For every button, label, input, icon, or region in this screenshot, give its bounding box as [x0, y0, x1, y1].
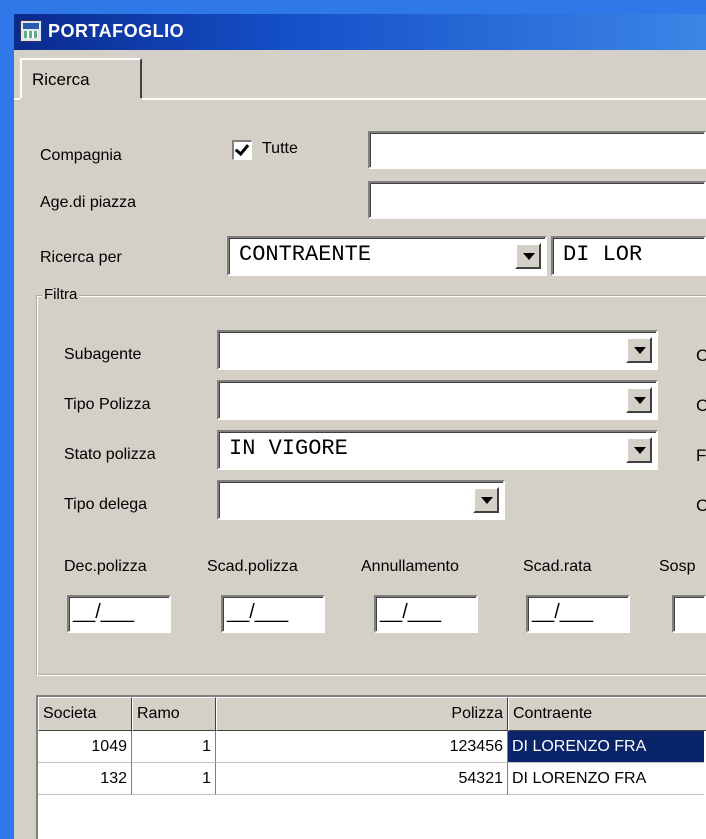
column-header-ramo[interactable]: Ramo: [132, 697, 216, 731]
tab-ricerca[interactable]: Ricerca: [20, 58, 142, 98]
cell-polizza[interactable]: 123456: [216, 731, 508, 763]
ricerca-text-input[interactable]: DI LOR: [551, 236, 706, 276]
chevron-down-icon[interactable]: [626, 437, 652, 463]
stato-polizza-label: Stato polizza: [64, 446, 156, 463]
cell-polizza[interactable]: 54321: [216, 763, 508, 795]
cell-contraente[interactable]: DI LORENZO FRA: [508, 731, 704, 763]
cut-label: F: [696, 446, 706, 465]
sosp-input[interactable]: [672, 595, 706, 633]
tutte-label: Tutte: [262, 140, 298, 157]
scad-polizza-input[interactable]: __/___: [221, 595, 325, 633]
ricerca-text-value: DI LOR: [563, 242, 643, 267]
stato-polizza-value: IN VIGORE: [229, 436, 348, 461]
subagente-select[interactable]: [217, 330, 658, 370]
chevron-down-icon[interactable]: [473, 487, 499, 513]
column-header-societa[interactable]: Societa: [38, 697, 132, 731]
filtra-label: Filtra: [42, 286, 80, 303]
chevron-down-icon[interactable]: [626, 387, 652, 413]
results-table[interactable]: Societa Ramo Polizza Contraente 1049 1 1…: [36, 695, 706, 839]
chevron-down-icon[interactable]: [515, 243, 541, 269]
tipo-delega-select[interactable]: [217, 480, 505, 520]
tab-divider: [142, 98, 706, 100]
cell-ramo[interactable]: 1: [132, 763, 216, 795]
column-header-polizza[interactable]: Polizza: [216, 697, 508, 731]
scad-polizza-value: __/___: [227, 601, 289, 623]
chevron-down-icon[interactable]: [626, 337, 652, 363]
scad-rata-input[interactable]: __/___: [526, 595, 630, 633]
window-title: PORTAFOGLIO: [48, 21, 185, 41]
scad-rata-value: __/___: [532, 601, 594, 623]
dec-polizza-label: Dec.polizza: [64, 558, 147, 575]
tab-divider: [14, 98, 20, 100]
compagnia-label: Compagnia: [40, 147, 122, 164]
ricerca-per-value: CONTRAENTE: [239, 242, 372, 267]
tipo-polizza-label: Tipo Polizza: [64, 396, 151, 413]
ricerca-per-label: Ricerca per: [40, 249, 122, 266]
compagnia-input[interactable]: [368, 131, 706, 169]
column-header-contraente[interactable]: Contraente: [508, 697, 706, 731]
scad-rata-label: Scad.rata: [523, 558, 592, 575]
tipo-delega-label: Tipo delega: [64, 496, 148, 513]
ricerca-per-select[interactable]: CONTRAENTE: [227, 236, 547, 276]
annullamento-input[interactable]: __/___: [374, 595, 478, 633]
cell-societa[interactable]: 1049: [38, 731, 132, 763]
title-bar[interactable]: PORTAFOGLIO: [14, 14, 706, 50]
tipo-polizza-select[interactable]: [217, 380, 658, 420]
cell-societa[interactable]: 132: [38, 763, 132, 795]
cut-label: C: [696, 346, 706, 365]
age-label: Age.di piazza: [40, 194, 137, 211]
cell-ramo[interactable]: 1: [132, 731, 216, 763]
tab-label: Ricerca: [32, 70, 90, 89]
annullamento-value: __/___: [380, 601, 442, 623]
tutte-checkbox[interactable]: [232, 140, 252, 160]
annullamento-label: Annullamento: [361, 558, 459, 575]
dec-polizza-input[interactable]: __/___: [67, 595, 171, 633]
cell-contraente[interactable]: DI LORENZO FRA: [508, 763, 704, 795]
subagente-label: Subagente: [64, 346, 142, 363]
sosp-label: Sosp: [659, 558, 696, 575]
main-window: Ricerca Compagnia Tutte Age.di piazza Ri…: [14, 50, 706, 839]
stato-polizza-select[interactable]: IN VIGORE: [217, 430, 658, 470]
scad-polizza-label: Scad.polizza: [207, 558, 298, 575]
dec-polizza-value: __/___: [73, 601, 135, 623]
cut-label: C: [696, 496, 706, 515]
app-icon: [20, 20, 42, 42]
cut-label: C: [696, 396, 706, 415]
age-input[interactable]: [368, 181, 706, 219]
